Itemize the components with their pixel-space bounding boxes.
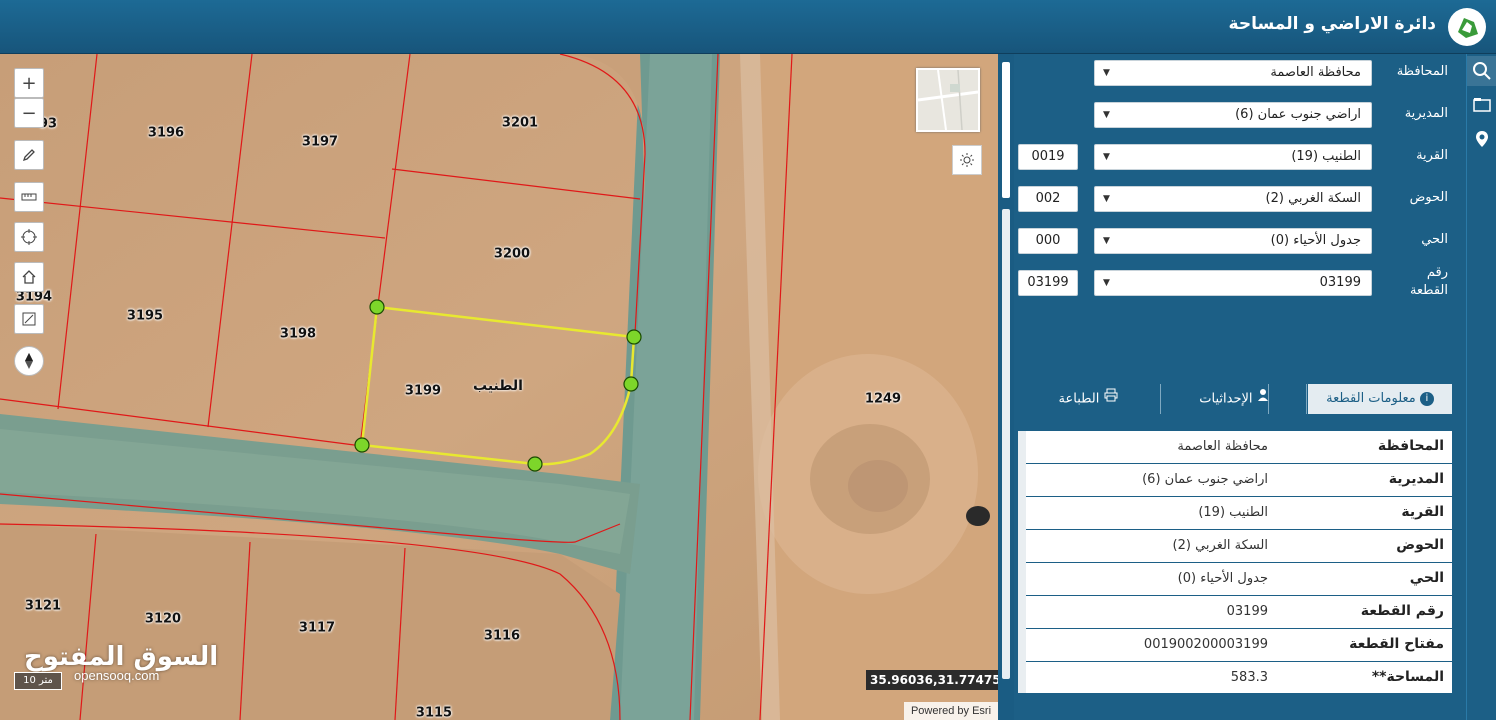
village-select[interactable]: الطنيب (19) ▼	[1094, 144, 1372, 170]
directorate-row: المديرية اراضي جنوب عمان (6) ▼	[1014, 100, 1466, 130]
search-icon	[1473, 62, 1491, 80]
home-icon	[22, 270, 36, 284]
table-row: المساحة** 583.3	[1230, 669, 1444, 685]
scale-bar: 10 متر	[14, 672, 62, 690]
draw-pencil-button[interactable]	[14, 140, 44, 170]
info-icon: i	[1419, 391, 1434, 406]
table-row: الحوض السكة الغربي (2)	[1026, 530, 1452, 563]
plot-label: 3115	[415, 705, 453, 720]
table-row: مفتاح القطعة 001900200003199	[1026, 629, 1452, 662]
pencil-icon	[22, 149, 35, 162]
overview-minimap[interactable]	[916, 68, 980, 132]
tab-coordinates[interactable]: الإحداثيات	[1162, 384, 1306, 414]
caret-down-icon: ▼	[1103, 152, 1110, 162]
search-panel: المحافظة محافظة العاصمة ▼ المديرية اراضي …	[1014, 54, 1466, 720]
plot-label-selected: 3199	[404, 383, 442, 399]
directorate-select[interactable]: اراضي جنوب عمان (6) ▼	[1094, 102, 1372, 128]
tab-parcel-info[interactable]: i معلومات القطعة	[1308, 384, 1452, 414]
basin-label: الحوض	[1409, 190, 1448, 205]
basin-code-input[interactable]: 002	[1018, 186, 1078, 212]
ruler-icon	[21, 193, 37, 201]
compass-icon	[25, 353, 33, 369]
directorate-label: المديرية	[1404, 106, 1448, 121]
area-measure-icon	[22, 312, 36, 326]
zoom-in-button[interactable]: +	[14, 68, 44, 98]
village-label: الطنيب	[473, 378, 523, 394]
governorate-label: المحافظة	[1396, 64, 1448, 79]
parcel-row: رقم القطعة 03199 ▼ 03199	[1014, 265, 1466, 298]
crosshair-icon	[21, 229, 37, 245]
village-code-input[interactable]: 0019	[1018, 144, 1078, 170]
caret-down-icon: ▼	[1103, 194, 1110, 204]
village-row: القرية الطنيب (19) ▼ 0019	[1014, 142, 1466, 172]
village-label: القرية	[1416, 148, 1448, 163]
district-label: الحي	[1421, 232, 1448, 247]
table-row: المحافظة محافظة العاصمة	[1026, 431, 1452, 464]
area-button[interactable]	[14, 304, 44, 334]
caret-down-icon: ▼	[1103, 110, 1110, 120]
governorate-select[interactable]: محافظة العاصمة ▼	[1094, 60, 1372, 86]
plot-label: 3195	[126, 308, 164, 324]
printer-icon	[1104, 384, 1118, 414]
sun-icon	[960, 153, 974, 167]
folder-icon	[1473, 98, 1491, 112]
info-scrollbar[interactable]	[1018, 431, 1026, 693]
plot-label: 3196	[147, 125, 185, 141]
plot-label: 3120	[144, 611, 182, 627]
home-button[interactable]	[14, 262, 44, 292]
panel-splitter[interactable]	[998, 54, 1014, 720]
app-header: دائرة الاراضي و المساحة	[0, 0, 1496, 54]
parcel-select[interactable]: 03199 ▼	[1094, 270, 1372, 296]
district-code-input[interactable]: 000	[1018, 228, 1078, 254]
district-select[interactable]: جدول الأحياء (0) ▼	[1094, 228, 1372, 254]
layers-tool-button[interactable]	[1467, 90, 1496, 120]
governorate-row: المحافظة محافظة العاصمة ▼	[1014, 58, 1466, 88]
search-tool-button[interactable]	[1467, 56, 1496, 86]
measure-button[interactable]	[14, 182, 44, 212]
dls-logo-icon	[1448, 8, 1486, 46]
plot-label: 3201	[501, 115, 539, 131]
tool-strip	[1466, 54, 1496, 720]
map-view[interactable]: 93 3196 3197 3201 3200 3194 3195 3198 31…	[0, 54, 998, 720]
coordinates-readout: 35.96036,31.77475	[866, 670, 998, 690]
basin-select[interactable]: السكة الغربي (2) ▼	[1094, 186, 1372, 212]
plot-label: 3197	[301, 134, 339, 150]
map-pin-icon	[1476, 131, 1488, 147]
info-tabs: i معلومات القطعة الإحداثيات الطباعة	[1016, 384, 1452, 414]
tab-print[interactable]: الطباعة	[1016, 384, 1160, 414]
table-row: المديرية اراضي جنوب عمان (6)	[1026, 464, 1452, 497]
plot-label: 3121	[24, 598, 62, 614]
basemap-toggle-button[interactable]	[952, 145, 982, 175]
location-tool-button[interactable]	[1467, 124, 1496, 154]
plot-label: 3198	[279, 326, 317, 342]
locate-button[interactable]	[14, 222, 44, 252]
caret-down-icon: ▼	[1103, 236, 1110, 246]
compass-button[interactable]	[14, 346, 44, 376]
caret-down-icon: ▼	[1103, 68, 1110, 78]
plot-label: 3200	[493, 246, 531, 262]
plot-label: 3116	[483, 628, 521, 644]
table-row: رقم القطعة 03199	[1026, 596, 1452, 629]
district-row: الحي جدول الأحياء (0) ▼ 000	[1014, 226, 1466, 256]
basin-row: الحوض السكة الغربي (2) ▼ 002	[1014, 184, 1466, 214]
caret-down-icon: ▼	[1103, 278, 1110, 288]
parcel-label: رقم القطعة	[1409, 265, 1448, 298]
table-row: القرية الطنيب (19)	[1026, 497, 1452, 530]
plot-label: 3117	[298, 620, 336, 636]
app-title: دائرة الاراضي و المساحة	[1228, 14, 1436, 34]
parcel-info-table: المحافظة محافظة العاصمة المديرية اراضي جنو…	[1018, 431, 1452, 693]
table-row: الحي جدول الأحياء (0)	[1026, 563, 1452, 596]
parcel-code-input[interactable]: 03199	[1018, 270, 1078, 296]
plot-label: 1249	[864, 391, 902, 407]
zoom-out-button[interactable]: −	[14, 98, 44, 128]
powered-by-esri: Powered by Esri	[904, 702, 998, 720]
